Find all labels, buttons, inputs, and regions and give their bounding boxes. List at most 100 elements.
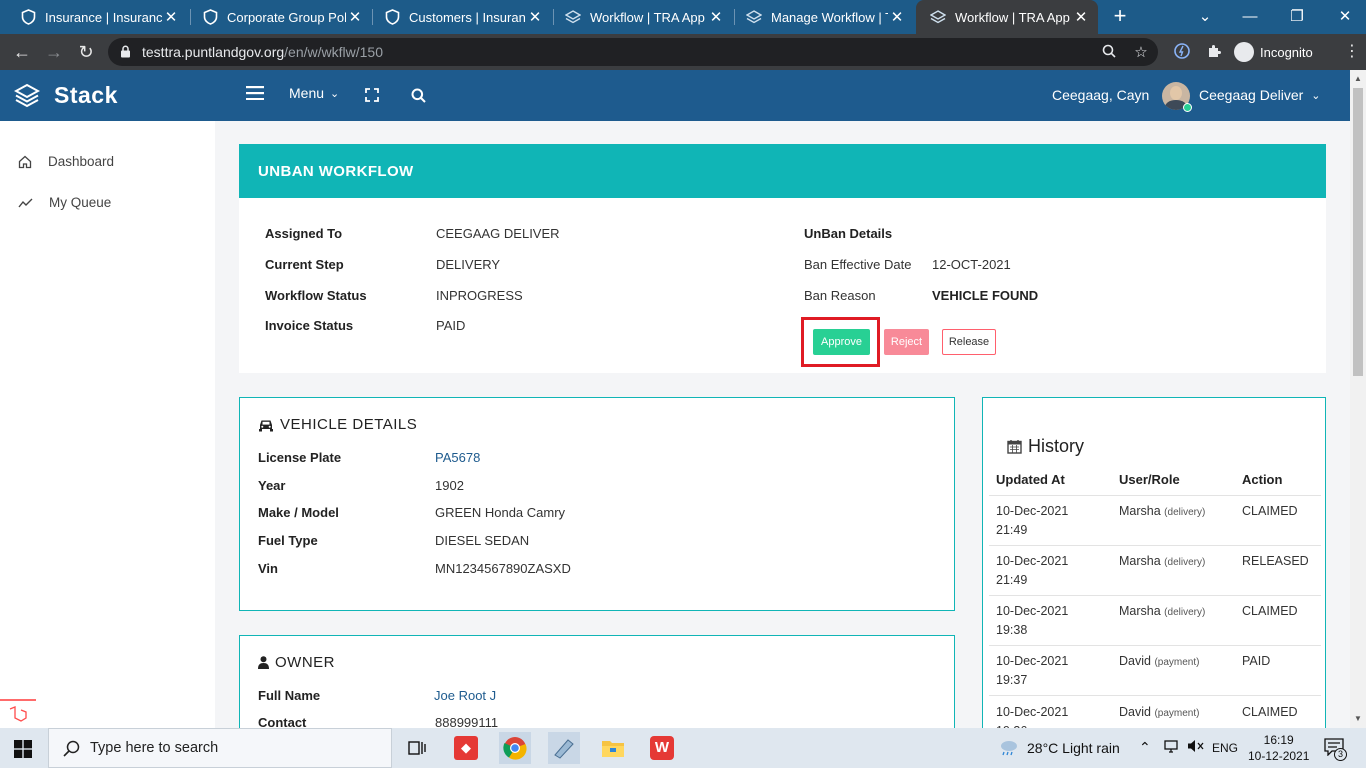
hamburger-icon[interactable] <box>246 86 264 100</box>
chevron-up-icon[interactable]: ⌃ <box>1139 739 1151 756</box>
field-value: CEEGAAG DELIVER <box>436 226 560 241</box>
calendar-icon <box>1007 440 1022 454</box>
close-icon[interactable]: ✕ <box>526 8 544 26</box>
puzzle-extensions-icon[interactable] <box>1205 43 1223 61</box>
home-icon <box>18 155 32 168</box>
tab-title: Corporate Group Polic <box>227 9 346 25</box>
weather-text[interactable]: 28°C Light rain <box>1027 740 1120 756</box>
history-time: 19:38 <box>996 623 1028 637</box>
scroll-up-arrow-icon[interactable]: ▲ <box>1353 74 1363 83</box>
url-path: /en/w/wkflw/150 <box>284 44 383 60</box>
table-divider <box>989 545 1321 546</box>
search-placeholder: Type here to search <box>90 740 219 756</box>
network-icon[interactable] <box>1163 738 1179 757</box>
more-menu-icon[interactable]: ⋮ <box>1340 40 1364 64</box>
browser-tab[interactable]: Insurance | Insurance ✕ <box>6 0 188 34</box>
chrome-app-icon[interactable] <box>499 732 531 764</box>
wps-office-icon[interactable]: W <box>646 732 678 764</box>
taskbar-search-input[interactable]: Type here to search <box>48 728 392 768</box>
field-label: Year <box>258 478 286 493</box>
history-action: PAID <box>1242 654 1271 668</box>
brand-name: Stack <box>54 82 118 108</box>
tab-title: Workflow | TRA App <box>590 9 705 25</box>
field-value: 12-OCT-2021 <box>932 257 1011 272</box>
history-action: CLAIMED <box>1242 604 1298 618</box>
section-title-text: VEHICLE DETAILS <box>280 416 418 433</box>
windows-taskbar: Type here to search ◆ W 28°C Light rain … <box>0 728 1366 768</box>
release-button[interactable]: Release <box>942 329 996 355</box>
windows-start-icon[interactable] <box>14 740 32 761</box>
menu-dropdown[interactable]: Menu ⌄ <box>289 85 339 101</box>
stack-logo-icon <box>14 83 40 107</box>
scroll-down-arrow-icon[interactable]: ▼ <box>1353 714 1363 723</box>
bookmark-star-icon[interactable]: ☆ <box>1132 44 1150 62</box>
maximize-icon[interactable]: ❐ <box>1285 6 1309 28</box>
new-tab-plus-icon[interactable]: + <box>1108 5 1132 29</box>
close-icon[interactable]: ✕ <box>162 8 180 26</box>
field-label: License Plate <box>258 450 342 465</box>
scrollbar-thumb[interactable] <box>1353 88 1363 376</box>
column-header: Updated At <box>996 472 1065 487</box>
tab-title: Insurance | Insurance <box>45 9 162 25</box>
chevron-down-icon: ⌄ <box>330 87 340 100</box>
browser-tab[interactable]: Customers | Insurance ✕ <box>370 0 552 34</box>
field-value: 1902 <box>435 478 464 493</box>
file-explorer-icon[interactable] <box>597 732 629 764</box>
browser-tab-active[interactable]: Workflow | TRA App ✕ <box>916 0 1098 34</box>
owner-name-link[interactable]: Joe Root J <box>434 688 496 703</box>
browser-toolbar: ← → ↻ testtra.puntlandgov.org/en/w/wkflw… <box>0 34 1366 70</box>
history-role: (delivery) <box>1164 607 1206 618</box>
reject-button[interactable]: Reject <box>884 329 929 355</box>
reload-icon[interactable]: ↻ <box>74 40 98 64</box>
taskbar-clock[interactable]: 16:19 10-12-2021 <box>1248 732 1309 764</box>
approve-button[interactable]: Approve <box>813 329 870 355</box>
browser-tab[interactable]: Workflow | TRA App ✕ <box>551 0 733 34</box>
table-divider <box>989 695 1321 696</box>
close-icon[interactable]: ✕ <box>707 8 725 26</box>
incognito-label: Incognito <box>1260 44 1313 60</box>
sidebar: Dashboard My Queue <box>0 121 215 728</box>
forward-arrow-icon[interactable]: → <box>42 40 66 64</box>
search-icon[interactable] <box>411 88 426 103</box>
volume-muted-icon[interactable] <box>1187 738 1205 757</box>
close-icon[interactable]: ✕ <box>1072 8 1090 26</box>
fullscreen-icon[interactable] <box>365 88 379 102</box>
sidebar-item-dashboard[interactable]: Dashboard <box>18 154 114 169</box>
user-name: Ceegaag, Cayn <box>1052 87 1150 103</box>
laravel-debug-badge[interactable] <box>0 699 36 728</box>
weather-icon[interactable] <box>998 738 1020 759</box>
anydesk-app-icon[interactable]: ◆ <box>450 732 482 764</box>
clock-date: 10-12-2021 <box>1248 749 1310 763</box>
address-bar[interactable]: testtra.puntlandgov.org/en/w/wkflw/150 ☆ <box>108 38 1158 66</box>
close-icon[interactable]: ✕ <box>346 8 364 26</box>
field-label: Make / Model <box>258 505 339 520</box>
brand-logo[interactable]: Stack <box>14 82 118 109</box>
window-close-icon[interactable]: ✕ <box>1333 6 1357 28</box>
zoom-search-icon[interactable] <box>1100 44 1118 62</box>
lock-icon[interactable] <box>120 45 131 61</box>
browser-tab[interactable]: Corporate Group Polic ✕ <box>188 0 372 34</box>
field-label: Vin <box>258 561 278 576</box>
field-value: PAID <box>436 318 466 333</box>
owner-card <box>239 635 955 735</box>
browser-tab-strip: Insurance | Insurance ✕ Corporate Group … <box>0 0 1366 34</box>
back-arrow-icon[interactable]: ← <box>10 40 34 64</box>
notes-app-icon[interactable] <box>548 732 580 764</box>
tab-search-chevron-icon[interactable]: ⌄ <box>1193 6 1217 28</box>
notification-icon[interactable]: 3 <box>1324 738 1347 761</box>
tab-title: Manage Workflow | TF <box>771 9 888 25</box>
sidebar-item-my-queue[interactable]: My Queue <box>18 195 111 210</box>
field-value: MN1234567890ZASXD <box>435 561 571 576</box>
laravel-icon <box>9 706 27 722</box>
task-view-icon[interactable] <box>401 732 433 764</box>
browser-tab[interactable]: Manage Workflow | TF ✕ <box>732 0 914 34</box>
close-icon[interactable]: ✕ <box>888 8 906 26</box>
field-label: Fuel Type <box>258 533 318 548</box>
minimize-icon[interactable]: — <box>1238 6 1262 28</box>
language-indicator[interactable]: ENG <box>1212 741 1238 755</box>
extension-icon[interactable] <box>1173 43 1191 61</box>
user-role-dropdown[interactable]: Ceegaag Deliver ⌄ <box>1199 87 1321 103</box>
stack-icon <box>565 9 581 25</box>
license-plate-link[interactable]: PA5678 <box>435 450 480 465</box>
incognito-indicator[interactable]: Incognito <box>1234 40 1313 64</box>
